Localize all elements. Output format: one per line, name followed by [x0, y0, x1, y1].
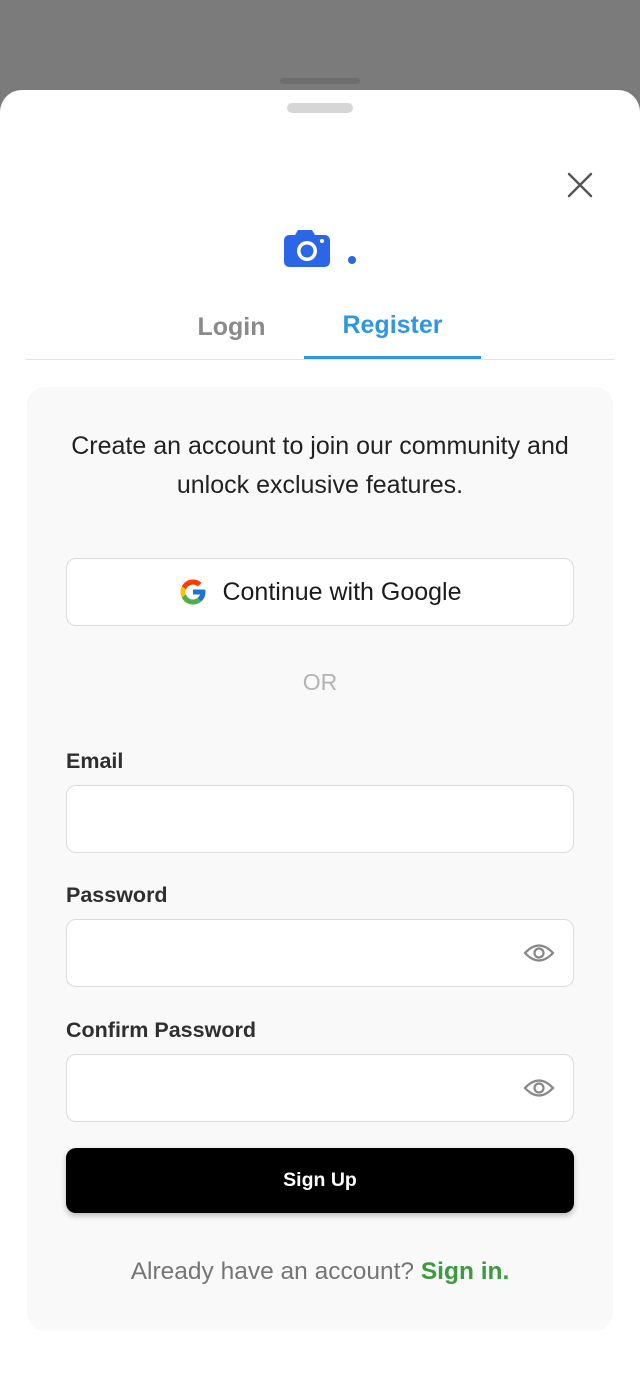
backdrop-handle	[280, 78, 360, 84]
sign-in-link[interactable]: Sign in.	[421, 1258, 509, 1285]
email-input[interactable]	[66, 785, 574, 853]
email-label: Email	[66, 749, 124, 773]
app-logo	[282, 226, 362, 272]
auth-bottom-sheet: Login Register Create an account to join…	[0, 90, 640, 1385]
register-form-card: Create an account to join our community …	[27, 387, 613, 1331]
confirm-password-input[interactable]	[66, 1054, 574, 1122]
sheet-drag-handle[interactable]	[287, 103, 353, 113]
show-password-toggle[interactable]	[517, 933, 561, 973]
auth-tabs: Login Register	[26, 295, 614, 360]
register-subtitle: Create an account to join our community …	[71, 432, 569, 499]
sign-in-prompt-text: Already have an account?	[130, 1258, 415, 1285]
close-icon	[567, 172, 593, 198]
camera-icon	[284, 230, 356, 267]
continue-with-google-button[interactable]: Continue with Google	[66, 558, 574, 626]
show-confirm-password-toggle[interactable]	[517, 1068, 561, 1108]
password-label: Password	[66, 883, 168, 907]
tab-register[interactable]: Register	[304, 295, 481, 359]
password-input[interactable]	[66, 919, 574, 987]
close-button[interactable]	[560, 165, 600, 205]
confirm-password-label: Confirm Password	[66, 1018, 256, 1042]
eye-icon	[523, 1079, 555, 1097]
sign-up-button[interactable]: Sign Up	[66, 1148, 574, 1213]
google-icon	[180, 579, 206, 605]
tab-login[interactable]: Login	[174, 295, 289, 359]
sign-in-prompt: Already have an account? Sign in.	[27, 1258, 613, 1286]
or-divider: OR	[302, 669, 338, 695]
eye-icon	[523, 944, 555, 962]
google-button-label: Continue with Google	[222, 577, 462, 606]
